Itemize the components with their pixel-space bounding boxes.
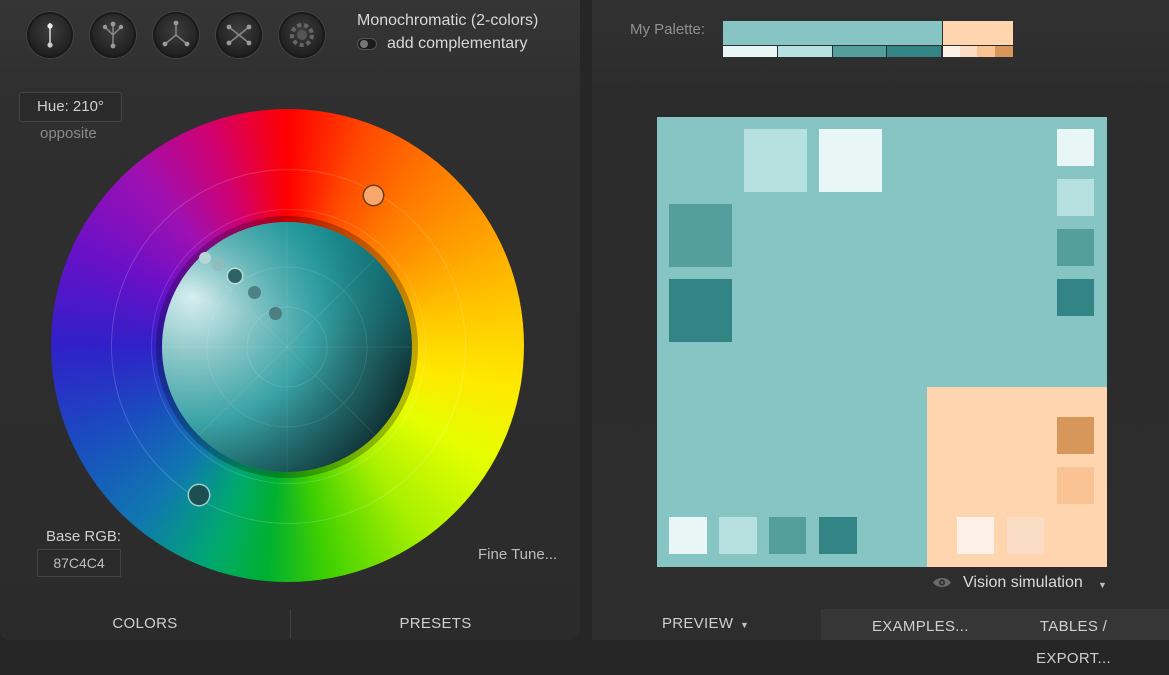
mono-scheme-icon <box>47 23 53 48</box>
complement-preview-area <box>927 387 1107 567</box>
triad-scheme-button[interactable] <box>153 12 199 58</box>
palette-primary-swatch[interactable] <box>723 21 942 45</box>
preview-swatch <box>1057 417 1094 454</box>
preview-swatch <box>1057 279 1094 316</box>
preview-swatch <box>744 129 807 192</box>
eye-icon[interactable] <box>932 576 952 589</box>
palette-strip[interactable] <box>723 21 1014 58</box>
my-palette-label: My Palette: <box>630 21 706 38</box>
palette-shade <box>960 46 977 57</box>
preview-swatch <box>719 517 757 554</box>
base-hue-handle[interactable] <box>189 485 209 505</box>
palette-shade <box>778 46 832 57</box>
preview-swatch <box>1057 129 1094 166</box>
complement-hue-handle[interactable] <box>364 186 383 205</box>
tetrad-scheme-icon <box>226 24 252 46</box>
complement-scheme-icon <box>102 21 124 49</box>
palette-shade <box>977 46 995 57</box>
tab-preview[interactable]: PREVIEW <box>662 608 733 640</box>
palette-shade <box>943 46 960 57</box>
preview-panel: My Palette: Vision simulation ▼ <box>592 0 1169 640</box>
palette-shade <box>995 46 1013 57</box>
add-complementary-label[interactable]: add complementary <box>387 35 528 53</box>
shade-marker[interactable] <box>248 286 261 299</box>
preview-swatch <box>819 129 882 192</box>
add-complementary-toggle[interactable] <box>357 38 377 50</box>
palette-shade <box>887 46 941 57</box>
preview-swatch <box>1007 517 1044 554</box>
mono-scheme-button[interactable] <box>27 12 73 58</box>
tab-colors[interactable]: COLORS <box>0 608 290 640</box>
tab-presets[interactable]: PRESETS <box>291 608 580 640</box>
vision-simulation-dropdown[interactable]: Vision simulation <box>963 574 1083 592</box>
preview-swatch <box>1057 229 1094 266</box>
hue-sub-label: opposite <box>40 125 97 142</box>
preview-swatch <box>957 517 994 554</box>
color-preview-canvas <box>657 117 1107 567</box>
preview-swatch <box>1057 467 1094 504</box>
preview-swatch <box>1057 179 1094 216</box>
base-rgb-label: Base RGB: <box>46 528 122 545</box>
palette-shade <box>723 46 777 57</box>
fine-tune-link[interactable]: Fine Tune... <box>478 546 557 563</box>
tab-examples[interactable]: EXAMPLES... <box>872 611 968 643</box>
chevron-down-icon[interactable]: ▼ <box>1098 580 1107 590</box>
complement-scheme-button[interactable] <box>90 12 136 58</box>
shade-marker[interactable] <box>212 258 225 271</box>
palette-complement-swatch[interactable] <box>943 21 1013 45</box>
preview-swatch <box>819 517 857 554</box>
preview-swatch <box>669 204 732 267</box>
hue-value-field[interactable]: Hue: 210° <box>19 92 122 122</box>
free-scheme-button[interactable] <box>279 12 325 58</box>
gear-icon <box>290 23 314 47</box>
triad-scheme-icon <box>162 20 190 47</box>
preview-swatch <box>769 517 806 554</box>
tetrad-scheme-button[interactable] <box>216 12 262 58</box>
base-rgb-input[interactable]: 87C4C4 <box>37 549 121 577</box>
preview-swatch <box>669 517 707 554</box>
palette-shade <box>833 46 886 57</box>
color-wheel-panel: Monochromatic (2-colors) add complementa… <box>0 0 580 640</box>
chevron-down-icon[interactable]: ▼ <box>740 620 749 630</box>
shade-marker[interactable] <box>228 269 242 283</box>
preview-swatch <box>669 279 732 342</box>
shade-marker[interactable] <box>269 307 282 320</box>
scheme-mode-title: Monochromatic (2-colors) <box>357 12 539 29</box>
shade-marker[interactable] <box>199 252 211 264</box>
tab-tables-export[interactable]: TABLES / EXPORT... <box>1001 611 1146 667</box>
